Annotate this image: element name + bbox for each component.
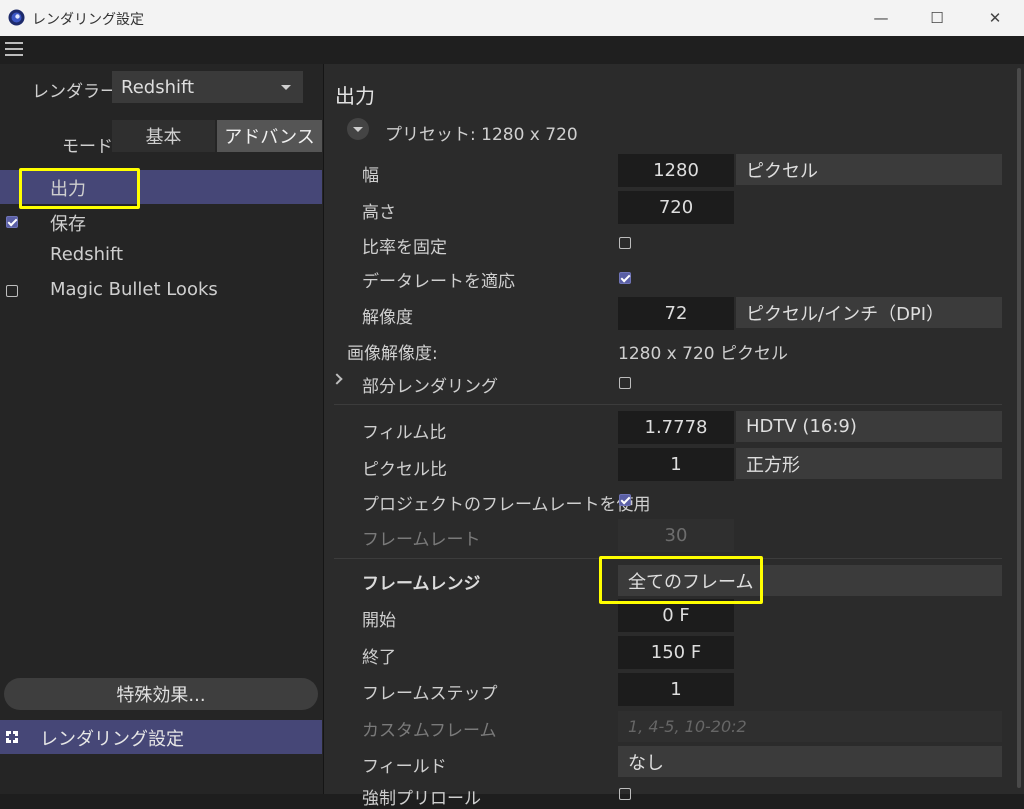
cinema4d-logo-icon	[8, 9, 25, 26]
render-setting-icon	[6, 731, 18, 743]
preset-toggle[interactable]	[347, 118, 369, 140]
nav-item-label: 保存	[50, 214, 86, 235]
width-input[interactable]: 1280	[618, 154, 734, 187]
window-title: レンダリング設定	[32, 12, 144, 28]
resolution-label: 解像度	[362, 308, 413, 328]
lock-ratio-checkbox[interactable]	[619, 237, 631, 249]
resolution-unit-dropdown[interactable]: ピクセル/インチ（DPI）	[736, 297, 1002, 328]
custom-frames-label: カスタムフレーム	[362, 721, 497, 741]
end-input[interactable]: 150 F	[618, 636, 734, 669]
renderer-label: レンダラー	[32, 82, 117, 102]
effects-button[interactable]: 特殊効果...	[4, 678, 318, 710]
frame-range-label: フレームレンジ	[362, 574, 481, 594]
maximize-button[interactable]: ☐	[914, 0, 960, 36]
divider	[334, 404, 1002, 405]
field-label: フィールド	[362, 757, 447, 777]
film-aspect-dropdown[interactable]: HDTV (16:9)	[736, 411, 1002, 442]
partial-render-label: 部分レンダリング	[362, 377, 498, 397]
preset-label: プリセット: 1280 x 720	[385, 125, 578, 145]
fps-input: 30	[618, 519, 734, 552]
partial-render-checkbox[interactable]	[619, 377, 631, 389]
section-heading: 出力	[335, 84, 375, 108]
use-project-fps-checkbox[interactable]	[619, 494, 631, 506]
nav-item-save[interactable]: 保存	[0, 205, 322, 239]
pixel-aspect-dropdown[interactable]: 正方形	[736, 448, 1002, 479]
render-setting-label: レンダリング設定	[40, 729, 184, 750]
nav-item-label: Redshift	[50, 244, 124, 265]
pixel-aspect-input[interactable]: 1	[618, 448, 734, 481]
mode-advanced-button[interactable]: アドバンス	[217, 120, 322, 152]
render-setting-item[interactable]: レンダリング設定	[0, 720, 322, 754]
highlight-box-frame-range	[599, 556, 763, 604]
hamburger-menu-icon[interactable]	[5, 42, 23, 56]
film-aspect-input[interactable]: 1.7778	[618, 411, 734, 444]
custom-frames-input: 1, 4-5, 10-20:2	[618, 711, 1002, 742]
frame-step-label: フレームステップ	[362, 684, 498, 704]
minimize-button[interactable]: —	[858, 0, 904, 36]
chevron-down-icon	[353, 127, 363, 132]
use-project-fps-label: プロジェクトのフレームレートを使用	[362, 495, 651, 515]
width-unit-dropdown[interactable]: ピクセル	[736, 154, 1002, 185]
preroll-checkbox[interactable]	[619, 788, 631, 800]
nav-item-redshift[interactable]: Redshift	[0, 239, 322, 273]
end-label: 終了	[362, 648, 396, 668]
title-bar: レンダリング設定 — ☐ ✕	[0, 0, 1024, 36]
menu-bar	[0, 36, 1024, 64]
mode-basic-button[interactable]: 基本	[112, 120, 215, 152]
field-dropdown[interactable]: なし	[618, 746, 1002, 777]
image-res-label: 画像解像度:	[347, 344, 438, 364]
chevron-down-icon	[281, 85, 291, 90]
scrollbar-thumb[interactable]	[1017, 68, 1021, 788]
renderer-value: Redshift	[121, 76, 195, 98]
save-checkbox[interactable]	[6, 216, 18, 228]
lock-ratio-label: 比率を固定	[362, 238, 447, 258]
fps-label: フレームレート	[362, 530, 481, 550]
pixel-aspect-label: ピクセル比	[362, 460, 447, 480]
highlight-box-output	[19, 168, 140, 209]
height-input[interactable]: 720	[618, 191, 734, 224]
height-label: 高さ	[362, 203, 396, 223]
apply-datarate-checkbox[interactable]	[619, 272, 631, 284]
renderer-dropdown[interactable]: Redshift	[112, 71, 303, 103]
start-label: 開始	[362, 611, 396, 631]
frame-step-input[interactable]: 1	[618, 673, 734, 706]
image-res-value: 1280 x 720 ピクセル	[618, 344, 788, 364]
scrollbar[interactable]	[1003, 64, 1024, 794]
resolution-input[interactable]: 72	[618, 297, 734, 330]
film-aspect-label: フィルム比	[362, 423, 447, 443]
nav-item-label: Magic Bullet Looks	[50, 279, 218, 300]
magic-bullet-checkbox[interactable]	[6, 285, 18, 297]
width-label: 幅	[362, 166, 379, 186]
nav-item-magic-bullet-looks[interactable]: Magic Bullet Looks	[0, 274, 322, 308]
preroll-label: 強制プリロール	[362, 789, 481, 809]
mode-label: モード	[62, 137, 113, 157]
close-button[interactable]: ✕	[972, 0, 1018, 36]
apply-datarate-label: データレートを適応	[362, 272, 515, 292]
